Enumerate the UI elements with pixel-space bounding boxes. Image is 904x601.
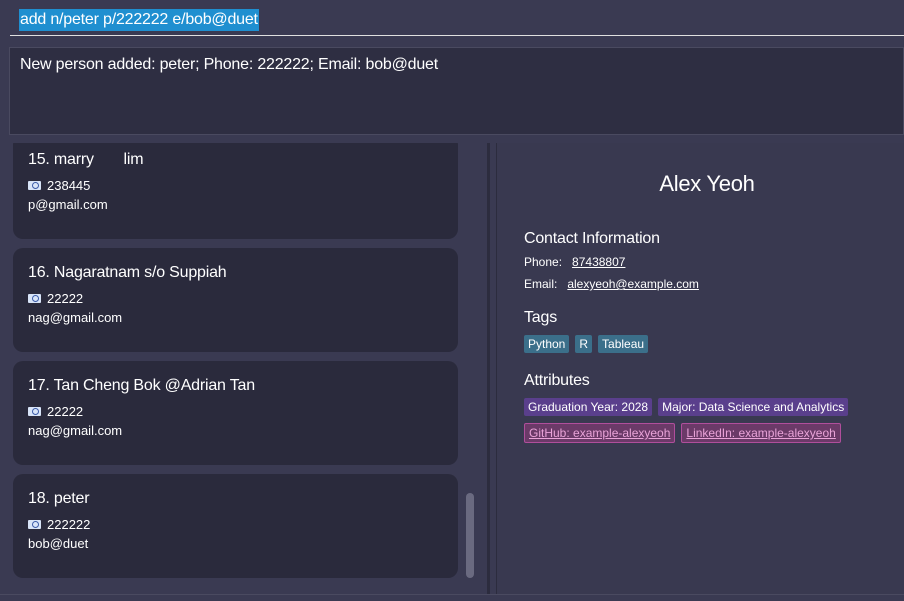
tag-chip: R — [575, 335, 593, 353]
person-card[interactable]: 17. Tan Cheng Bok @Adrian Tan 22222 nag@… — [13, 361, 458, 465]
detail-email-row: Email: alexyeoh@example.com — [524, 277, 699, 291]
phone-icon — [28, 407, 41, 416]
main-split-pane: 15. marry lim 238445 p@gmail.com 16. Nag… — [0, 143, 904, 594]
person-phone: 22222 — [47, 291, 84, 306]
attribute-chip: Major: Data Science and Analytics — [658, 398, 849, 416]
tags-row: Python R Tableau — [524, 335, 649, 353]
detail-email-link[interactable]: alexyeoh@example.com — [567, 277, 699, 291]
person-phone-row: 222222 — [28, 517, 90, 532]
person-card[interactable]: 18. peter 222222 bob@duet — [13, 474, 458, 578]
result-display[interactable]: New person added: peter; Phone: 222222; … — [9, 47, 904, 135]
person-card[interactable]: 15. marry lim 238445 p@gmail.com — [13, 143, 458, 239]
split-divider[interactable] — [487, 143, 490, 594]
person-email: nag@gmail.com — [28, 423, 123, 438]
person-phone-row: 22222 — [28, 404, 83, 419]
detail-phone-row: Phone: 87438807 — [524, 255, 625, 269]
person-phone-row: 22222 — [28, 291, 83, 306]
list-scrollbar[interactable] — [466, 493, 474, 578]
person-phone-row: 238445 — [28, 178, 90, 193]
command-bar: add n/peter p/222222 e/bob@duet — [0, 0, 904, 46]
tags-heading: Tags — [524, 309, 557, 326]
contact-heading: Contact Information — [524, 230, 660, 247]
person-name: 16. Nagaratnam s/o Suppiah — [28, 264, 227, 281]
detail-phone-label: Phone: — [524, 255, 563, 269]
attributes-row: Graduation Year: 2028 Major: Data Scienc… — [524, 398, 849, 416]
attribute-chip: Graduation Year: 2028 — [524, 398, 653, 416]
detail-email-label: Email: — [524, 277, 558, 291]
link-attributes-row: GitHub: example-alexyeoh LinkedIn: examp… — [524, 423, 841, 443]
command-input[interactable]: add n/peter p/222222 e/bob@duet — [10, 4, 904, 36]
person-name: 15. marry lim — [28, 151, 144, 168]
detail-person-name: Alex Yeoh — [659, 171, 755, 196]
tag-chip: Python — [524, 335, 570, 353]
person-name: 17. Tan Cheng Bok @Adrian Tan — [28, 377, 255, 394]
command-input-text[interactable]: add n/peter p/222222 e/bob@duet — [19, 8, 259, 31]
person-email: nag@gmail.com — [28, 310, 123, 325]
phone-icon — [28, 294, 41, 303]
phone-icon — [28, 520, 41, 529]
person-phone: 222222 — [47, 517, 91, 532]
github-link-chip[interactable]: GitHub: example-alexyeoh — [524, 423, 676, 443]
detail-phone-link[interactable]: 87438807 — [572, 255, 625, 269]
person-list-panel[interactable]: 15. marry lim 238445 p@gmail.com 16. Nag… — [0, 143, 487, 594]
phone-icon — [28, 181, 41, 190]
person-phone: 238445 — [47, 178, 91, 193]
person-email: bob@duet — [28, 536, 89, 551]
result-message: New person added: peter; Phone: 222222; … — [20, 56, 438, 73]
attributes-heading: Attributes — [524, 372, 590, 389]
person-name: 18. peter — [28, 490, 90, 507]
person-detail-panel: Alex Yeoh Contact Information Phone: 874… — [496, 143, 904, 594]
tag-chip: Tableau — [598, 335, 649, 353]
person-card[interactable]: 16. Nagaratnam s/o Suppiah 22222 nag@gma… — [13, 248, 458, 352]
status-bar — [0, 594, 904, 601]
person-phone: 22222 — [47, 404, 84, 419]
linkedin-link-chip[interactable]: LinkedIn: example-alexyeoh — [681, 423, 841, 443]
person-email: p@gmail.com — [28, 197, 108, 212]
